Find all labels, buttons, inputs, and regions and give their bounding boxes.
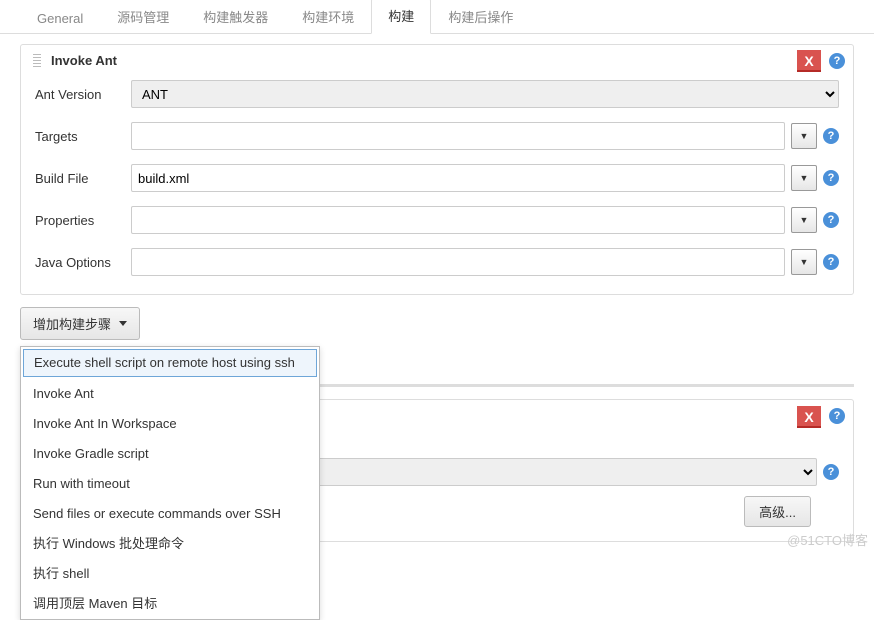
help-icon[interactable]: ? <box>829 408 845 424</box>
help-icon[interactable]: ? <box>823 128 839 144</box>
help-icon[interactable]: ? <box>823 212 839 228</box>
buildfile-label: Build File <box>35 171 131 186</box>
targets-label: Targets <box>35 129 131 144</box>
ant-version-label: Ant Version <box>35 87 131 102</box>
javaoptions-expand-button[interactable]: ▼ <box>791 249 817 275</box>
help-icon[interactable]: ? <box>829 53 845 69</box>
tab-build[interactable]: 构建 <box>371 0 431 34</box>
delete-step-button[interactable]: X <box>797 50 821 72</box>
properties-label: Properties <box>35 213 131 228</box>
buildfile-input[interactable] <box>131 164 785 192</box>
buildfile-expand-button[interactable]: ▼ <box>791 165 817 191</box>
delete-step-button[interactable]: X <box>797 406 821 428</box>
menu-item-invoke-ant[interactable]: Invoke Ant <box>21 379 319 409</box>
menu-item-invoke-gradle[interactable]: Invoke Gradle script <box>21 439 319 469</box>
help-icon[interactable]: ? <box>823 170 839 186</box>
tab-env[interactable]: 构建环境 <box>285 0 371 34</box>
tab-triggers[interactable]: 构建触发器 <box>186 0 285 34</box>
help-icon[interactable]: ? <box>823 464 839 480</box>
menu-item-exec-shell[interactable]: 执行 shell <box>21 559 319 589</box>
drag-handle-icon[interactable] <box>33 54 41 68</box>
block-title: Invoke Ant <box>51 53 117 68</box>
config-tabs: General 源码管理 构建触发器 构建环境 构建 构建后操作 <box>0 0 874 34</box>
menu-item-windows-batch[interactable]: 执行 Windows 批处理命令 <box>21 529 319 559</box>
ant-version-select[interactable]: ANT <box>131 80 839 108</box>
menu-item-ssh-shell[interactable]: Execute shell script on remote host usin… <box>23 349 317 377</box>
menu-item-send-files-ssh[interactable]: Send files or execute commands over SSH <box>21 499 319 529</box>
help-icon[interactable]: ? <box>823 254 839 270</box>
tab-general[interactable]: General <box>20 2 100 34</box>
tab-scm[interactable]: 源码管理 <box>100 0 186 34</box>
add-build-step-button[interactable]: 增加构建步骤 <box>20 307 140 340</box>
properties-expand-button[interactable]: ▼ <box>791 207 817 233</box>
advanced-button[interactable]: 高级... <box>744 496 811 527</box>
menu-item-run-timeout[interactable]: Run with timeout <box>21 469 319 499</box>
add-step-label: 增加构建步骤 <box>33 314 111 333</box>
add-build-step-wrapper: 增加构建步骤 Execute shell script on remote ho… <box>20 307 854 344</box>
invoke-ant-block: Invoke Ant X ? Ant Version ANT Targets ▼… <box>20 44 854 295</box>
targets-input[interactable] <box>131 122 785 150</box>
javaoptions-input[interactable] <box>131 248 785 276</box>
menu-item-invoke-ant-workspace[interactable]: Invoke Ant In Workspace <box>21 409 319 439</box>
caret-down-icon <box>119 321 127 326</box>
add-step-menu: Execute shell script on remote host usin… <box>20 346 320 620</box>
javaoptions-label: Java Options <box>35 255 131 270</box>
targets-expand-button[interactable]: ▼ <box>791 123 817 149</box>
menu-item-maven-top[interactable]: 调用顶层 Maven 目标 <box>21 589 319 619</box>
tab-post[interactable]: 构建后操作 <box>431 0 530 34</box>
properties-input[interactable] <box>131 206 785 234</box>
build-section: Invoke Ant X ? Ant Version ANT Targets ▼… <box>0 34 874 562</box>
